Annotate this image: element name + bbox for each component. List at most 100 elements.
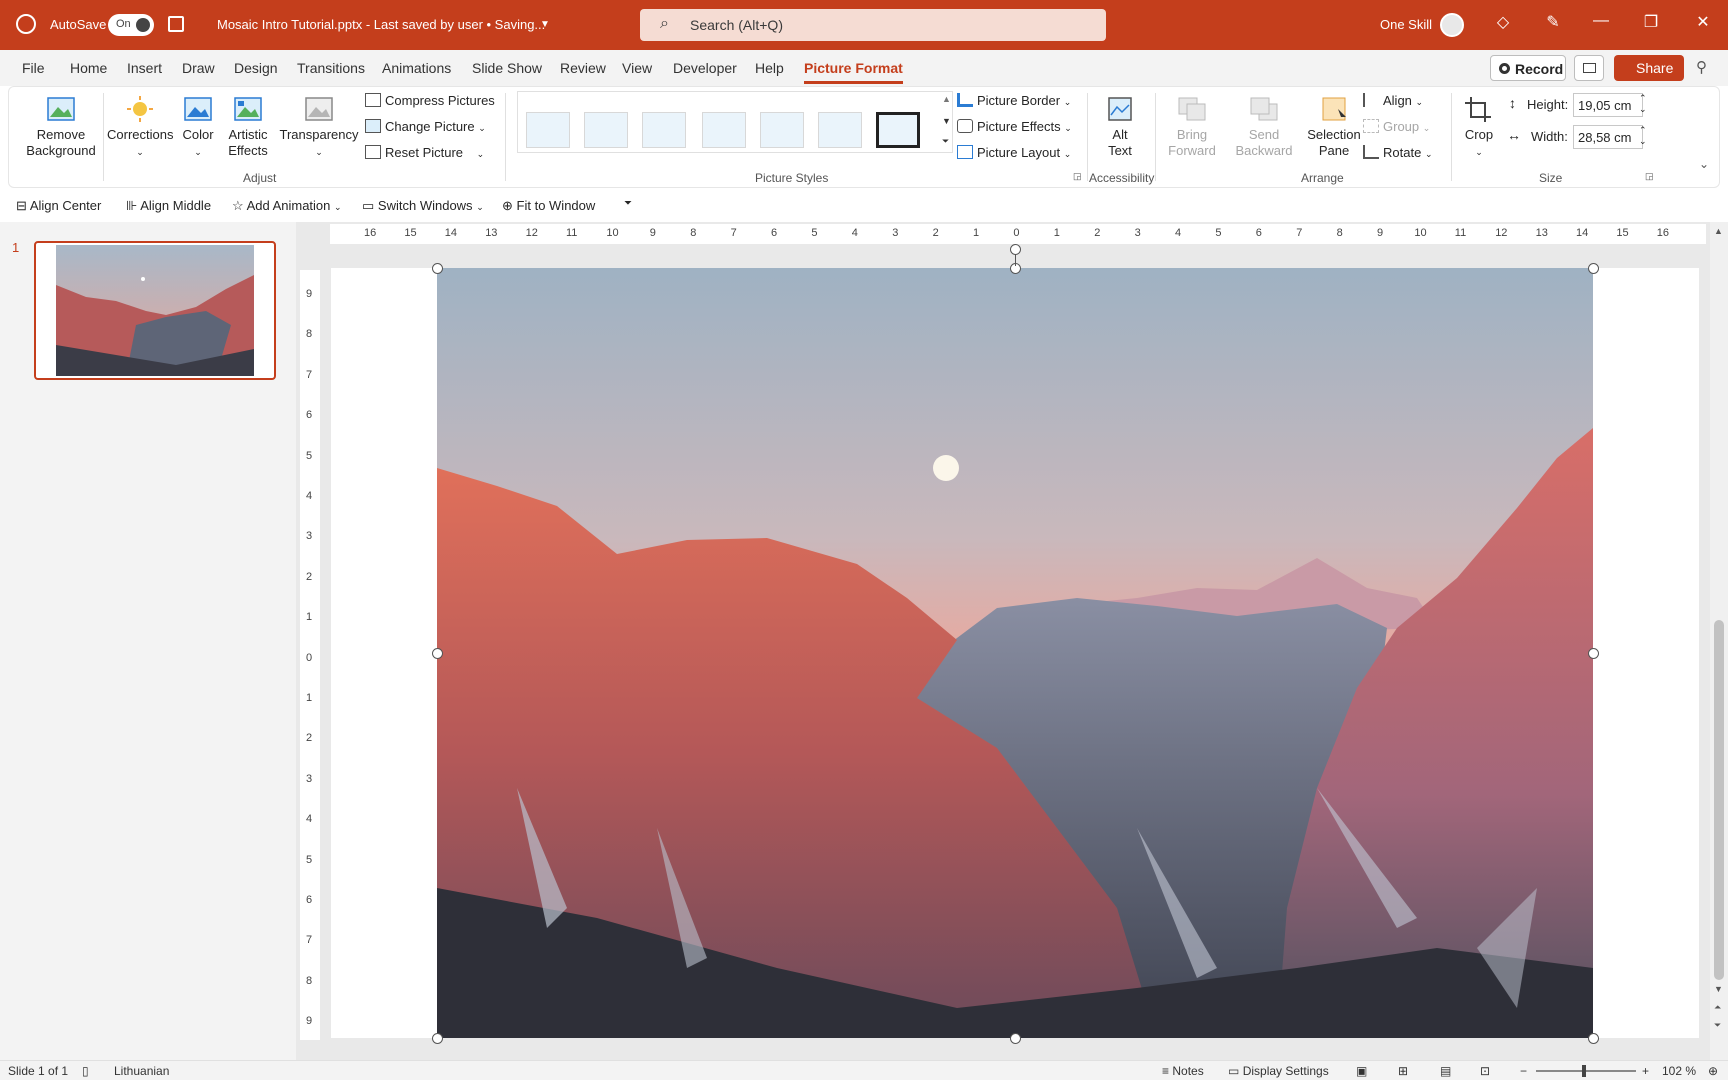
picture-style-6[interactable]: [818, 112, 862, 148]
corrections-button[interactable]: Corrections ⌄: [107, 95, 173, 160]
picture-style-7[interactable]: [876, 112, 920, 148]
fit-slide-icon[interactable]: ⊕: [1708, 1064, 1718, 1078]
resize-handle-middle-right[interactable]: [1588, 648, 1599, 659]
switch-windows-button[interactable]: ▭ Switch Windows ⌄: [362, 198, 484, 214]
zoom-slider-thumb[interactable]: [1582, 1065, 1586, 1077]
scroll-thumb[interactable]: [1714, 620, 1724, 980]
send-backward-button[interactable]: Send Backward: [1229, 95, 1299, 159]
document-title[interactable]: Mosaic Intro Tutorial.pptx - Last saved …: [217, 17, 545, 32]
close-icon[interactable]: ✕: [1688, 12, 1718, 32]
add-animation-button[interactable]: ☆ Add Animation ⌄: [232, 198, 342, 214]
pen-icon[interactable]: ✎: [1538, 12, 1568, 32]
gallery-more-icon[interactable]: ⏷: [942, 136, 949, 147]
slideshow-icon[interactable]: ⊡: [1480, 1064, 1490, 1078]
picture-style-4[interactable]: [702, 112, 746, 148]
avatar[interactable]: [1440, 13, 1464, 37]
record-button[interactable]: Record: [1490, 55, 1566, 81]
picture-layout-button[interactable]: Picture Layout ⌄: [957, 145, 1071, 160]
align-center-button[interactable]: ⊟ Align Center: [16, 198, 101, 214]
rotate-button[interactable]: Rotate ⌄: [1363, 145, 1432, 160]
picture-style-1[interactable]: [526, 112, 570, 148]
scroll-up-icon[interactable]: ▲: [1714, 226, 1723, 236]
picture-style-2[interactable]: [584, 112, 628, 148]
picture-effects-button[interactable]: Picture Effects ⌄: [957, 119, 1072, 134]
reset-picture-button[interactable]: Reset Picture ⌄: [365, 145, 484, 160]
tab-animations[interactable]: Animations: [382, 60, 451, 76]
customize-qat-icon[interactable]: ⏷: [624, 198, 632, 209]
tab-file[interactable]: File: [22, 60, 45, 76]
language[interactable]: Lithuanian: [114, 1064, 169, 1078]
coauthor-icon[interactable]: ⚲: [1696, 58, 1707, 76]
width-spin-icon[interactable]: ⌃ ⌄: [1639, 125, 1647, 147]
change-picture-button[interactable]: Change Picture ⌄: [365, 119, 486, 134]
dialog-launcher-icon[interactable]: ◲: [1073, 171, 1082, 182]
chevron-down-icon[interactable]: ▼: [540, 19, 550, 30]
minimize-icon[interactable]: —: [1586, 12, 1616, 30]
resize-handle-top-left[interactable]: [432, 263, 443, 274]
align-middle-button[interactable]: ⊪ Align Middle: [126, 198, 211, 214]
scroll-down-icon[interactable]: ▼: [1714, 984, 1723, 994]
save-icon[interactable]: [168, 16, 184, 32]
tab-home[interactable]: Home: [70, 60, 107, 76]
transparency-button[interactable]: Transparency ⌄: [277, 95, 361, 160]
tab-slide-show[interactable]: Slide Show: [472, 60, 542, 76]
normal-view-icon[interactable]: ▣: [1356, 1064, 1367, 1078]
fit-to-window-button[interactable]: ⊕ Fit to Window: [502, 198, 595, 214]
artistic-effects-button[interactable]: Artistic Effects: [223, 95, 273, 159]
tab-developer[interactable]: Developer: [673, 60, 737, 76]
height-spin-icon[interactable]: ⌃ ⌄: [1639, 93, 1647, 115]
tab-insert[interactable]: Insert: [127, 60, 162, 76]
comments-button[interactable]: [1574, 55, 1604, 81]
tab-transitions[interactable]: Transitions: [297, 60, 365, 76]
collapse-ribbon-icon[interactable]: ⌄: [1699, 157, 1709, 171]
next-slide-icon[interactable]: ⏷: [1714, 1020, 1721, 1031]
picture-border-button[interactable]: Picture Border ⌄: [957, 93, 1071, 108]
picture-style-5[interactable]: [760, 112, 804, 148]
slide-thumbnail[interactable]: [34, 241, 276, 380]
dialog-launcher-icon[interactable]: ◲: [1645, 171, 1654, 182]
tab-design[interactable]: Design: [234, 60, 278, 76]
tab-draw[interactable]: Draw: [182, 60, 215, 76]
gallery-scroll-up-icon[interactable]: ▲: [942, 94, 951, 104]
notes-button[interactable]: ≡ Notes: [1162, 1064, 1204, 1078]
spelling-icon[interactable]: ▯: [82, 1064, 89, 1078]
vertical-scrollbar[interactable]: ▲ ▼ ⏶ ⏷: [1710, 222, 1728, 1060]
tab-view[interactable]: View: [622, 60, 652, 76]
height-input[interactable]: 19,05 cm: [1573, 93, 1643, 117]
rotation-handle[interactable]: [1010, 244, 1021, 255]
search-box[interactable]: ⌕ Search (Alt+Q): [640, 9, 1106, 41]
resize-handle-top-right[interactable]: [1588, 263, 1599, 274]
tab-picture-format[interactable]: Picture Format: [804, 60, 903, 84]
resize-handle-bottom-left[interactable]: [432, 1033, 443, 1044]
selection-pane-button[interactable]: Selection Pane: [1303, 95, 1365, 159]
restore-icon[interactable]: ❐: [1636, 12, 1666, 32]
group-button[interactable]: Group ⌄: [1363, 119, 1430, 134]
zoom-out-icon[interactable]: −: [1520, 1064, 1527, 1078]
resize-handle-bottom-center[interactable]: [1010, 1033, 1021, 1044]
user-name[interactable]: One Skill: [1380, 17, 1432, 32]
remove-background-button[interactable]: Remove Background: [21, 95, 101, 159]
zoom-in-icon[interactable]: +: [1642, 1064, 1649, 1078]
resize-handle-middle-left[interactable]: [432, 648, 443, 659]
gallery-scroll-down-icon[interactable]: ▼: [942, 116, 951, 126]
alt-text-button[interactable]: Alt Text: [1093, 95, 1147, 159]
compress-pictures-button[interactable]: Compress Pictures: [365, 93, 495, 108]
picture-style-3[interactable]: [642, 112, 686, 148]
autosave-toggle[interactable]: On: [108, 14, 154, 36]
reading-view-icon[interactable]: ▤: [1440, 1064, 1451, 1078]
zoom-slider-track[interactable]: [1536, 1070, 1636, 1072]
color-button[interactable]: Color ⌄: [175, 95, 221, 160]
bring-forward-button[interactable]: Bring Forward: [1159, 95, 1225, 159]
tab-help[interactable]: Help: [755, 60, 784, 76]
selected-picture[interactable]: [437, 268, 1593, 1038]
resize-handle-bottom-right[interactable]: [1588, 1033, 1599, 1044]
slide-sorter-icon[interactable]: ⊞: [1398, 1064, 1408, 1078]
tab-review[interactable]: Review: [560, 60, 606, 76]
share-button[interactable]: Share: [1614, 55, 1684, 81]
diamond-icon[interactable]: ◇: [1488, 12, 1518, 32]
zoom-level[interactable]: 102 %: [1662, 1064, 1696, 1078]
align-button[interactable]: Align ⌄: [1363, 93, 1423, 108]
crop-button[interactable]: Crop ⌄: [1457, 95, 1501, 160]
width-input[interactable]: 28,58 cm: [1573, 125, 1643, 149]
previous-slide-icon[interactable]: ⏶: [1714, 1002, 1721, 1013]
